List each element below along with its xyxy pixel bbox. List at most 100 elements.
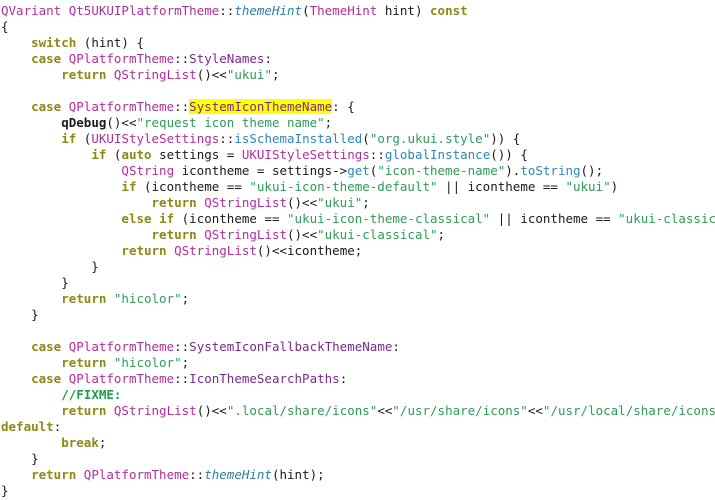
code-token: ()<< <box>287 195 318 210</box>
code-token: { <box>1 19 9 34</box>
code-token: ()<< <box>106 115 137 130</box>
code-line[interactable]: return QStringList()<<"ukui-classical"; <box>0 227 715 243</box>
code-token: ; <box>271 67 280 82</box>
code-token: case <box>31 339 62 354</box>
code-token: if <box>61 131 77 146</box>
code-line[interactable]: case QPlatformTheme::SystemIconFallbackT… <box>0 339 715 355</box>
code-token: ; <box>98 435 107 450</box>
code-token: ()<<icontheme; <box>256 243 363 258</box>
code-token: UKUIStyleSettings <box>241 147 370 162</box>
code-line[interactable]: default: <box>0 419 715 435</box>
code-token: default <box>1 419 54 434</box>
code-line[interactable]: } <box>0 483 715 499</box>
code-token: QPlatformTheme <box>68 339 175 354</box>
code-line[interactable]: { <box>0 19 715 35</box>
code-token: || icontheme == <box>490 211 619 226</box>
code-token: return <box>61 291 107 306</box>
code-line[interactable]: return QStringList()<<"ukui"; <box>0 67 715 83</box>
code-token: //FIXME: <box>61 387 122 402</box>
code-token: QVariant <box>1 3 62 18</box>
code-line[interactable]: qDebug()<<"request icon theme name"; <box>0 115 715 131</box>
code-token: else <box>121 211 152 226</box>
code-token: "ukui-icon-theme-classical" <box>287 211 491 226</box>
code-line[interactable]: return QStringList()<<".local/share/icon… <box>0 403 715 419</box>
code-token: << <box>527 403 543 418</box>
code-token: QStringList <box>204 227 287 242</box>
code-token: } <box>1 259 99 274</box>
code-line[interactable]: } <box>0 451 715 467</box>
code-token: "icon-theme-name" <box>377 163 506 178</box>
code-line[interactable]: //FIXME: <box>0 387 715 403</box>
code-line[interactable]: } <box>0 259 715 275</box>
code-line[interactable]: return QStringList()<<"ukui"; <box>0 195 715 211</box>
code-token: const <box>430 3 468 18</box>
code-token: if <box>91 147 107 162</box>
code-line[interactable]: if (auto settings = UKUIStyleSettings::g… <box>0 147 715 163</box>
code-line[interactable] <box>0 83 715 99</box>
code-editor-view[interactable]: QVariant Qt5UKUIPlatformTheme::themeHint… <box>0 0 715 500</box>
code-token: } <box>1 483 9 498</box>
code-line[interactable]: QString icontheme = settings->get("icon-… <box>0 163 715 179</box>
code-token: UKUIStyleSettings <box>91 131 220 146</box>
code-token: if <box>159 211 175 226</box>
code-token: auto <box>121 147 152 162</box>
code-line[interactable]: } <box>0 275 715 291</box>
code-line[interactable]: return "hicolor"; <box>0 355 715 371</box>
code-token: QPlatformTheme <box>83 467 190 482</box>
code-token: case <box>31 51 62 66</box>
code-token: "/usr/share/icons" <box>392 403 528 418</box>
code-line[interactable]: return "hicolor"; <box>0 291 715 307</box>
code-token: ThemeHint <box>309 3 378 18</box>
code-token: :: <box>174 339 190 354</box>
code-line[interactable]: if (icontheme == "ukui-icon-theme-defaul… <box>0 179 715 195</box>
code-token: return <box>61 355 107 370</box>
code-token: ( <box>106 147 122 162</box>
code-line[interactable]: case QPlatformTheme::IconThemeSearchPath… <box>0 371 715 387</box>
code-token: QPlatformTheme <box>68 371 175 386</box>
code-token: (); <box>580 163 604 178</box>
code-line[interactable]: if (UKUIStyleSettings::isSchemaInstalled… <box>0 131 715 147</box>
code-token: QStringList <box>113 67 197 82</box>
code-token: :: <box>219 131 235 146</box>
code-line[interactable]: return QStringList()<<icontheme; <box>0 243 715 259</box>
code-line[interactable] <box>0 323 715 339</box>
code-token: return <box>61 67 107 82</box>
code-token: qDebug <box>61 115 107 130</box>
code-line[interactable]: return QPlatformTheme::themeHint(hint); <box>0 467 715 483</box>
code-token: ; <box>324 115 333 130</box>
code-token: ( <box>362 131 370 146</box>
code-line[interactable]: break; <box>0 435 715 451</box>
code-token: themeHint <box>204 467 272 482</box>
code-token: :: <box>369 147 385 162</box>
code-line[interactable]: case QPlatformTheme::StyleNames: <box>0 51 715 67</box>
code-token: return <box>121 243 167 258</box>
code-token: QStringList <box>113 403 197 418</box>
code-token: } <box>1 275 69 290</box>
code-token: ( <box>302 3 310 18</box>
code-token: themeHint <box>234 3 303 18</box>
code-line[interactable]: switch (hint) { <box>0 35 715 51</box>
code-token: icontheme = settings-> <box>174 163 348 178</box>
code-line[interactable]: QVariant Qt5UKUIPlatformTheme::themeHint… <box>0 3 715 19</box>
code-line[interactable]: } <box>0 307 715 323</box>
code-line[interactable]: case QPlatformTheme::SystemIconThemeName… <box>0 99 715 115</box>
code-line[interactable]: else if (icontheme == "ukui-icon-theme-c… <box>0 211 715 227</box>
code-token: if <box>121 179 137 194</box>
